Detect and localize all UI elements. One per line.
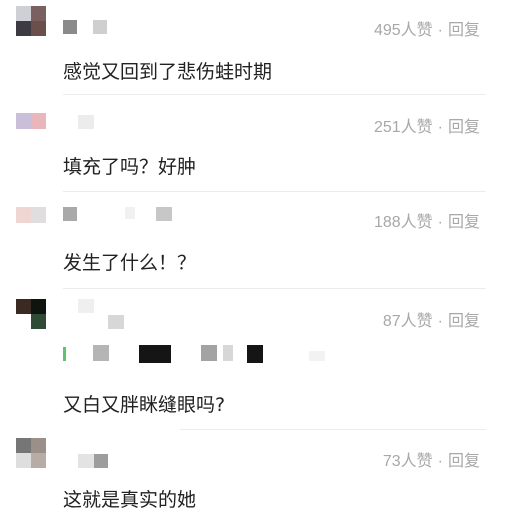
separator: · xyxy=(437,119,443,136)
comment-meta: 251人赞 · 回复 xyxy=(374,113,480,137)
username-blurred[interactable] xyxy=(78,454,110,468)
separator: · xyxy=(437,313,443,330)
comment-text: 填充了吗？好肿 xyxy=(63,156,197,178)
like-count[interactable]: 251人赞 xyxy=(374,119,433,136)
comment-text: 又白又胖眯缝眼吗? xyxy=(63,394,226,416)
comment-item: 251人赞 · 回复 填充了吗？好肿 xyxy=(0,95,506,192)
like-count[interactable]: 73人赞 xyxy=(383,453,433,470)
avatar[interactable] xyxy=(16,207,46,223)
quoted-content-blurred xyxy=(63,343,343,365)
avatar[interactable] xyxy=(16,438,46,468)
comment-item: 188人赞 · 回复 发生了什么！？ xyxy=(0,192,506,289)
like-count[interactable]: 495人赞 xyxy=(374,22,433,39)
reply-button[interactable]: 回复 xyxy=(448,453,480,470)
username-blurred[interactable] xyxy=(78,115,94,129)
like-count[interactable]: 188人赞 xyxy=(374,214,433,231)
reply-button[interactable]: 回复 xyxy=(448,119,480,136)
reply-button[interactable]: 回复 xyxy=(448,22,480,39)
comment-meta: 495人赞 · 回复 xyxy=(374,16,480,40)
avatar[interactable] xyxy=(16,113,46,129)
separator: · xyxy=(437,453,443,470)
comment-meta: 87人赞 · 回复 xyxy=(383,307,480,331)
comment-item: 495人赞 · 回复 感觉又回到了悲伤蛙时期 xyxy=(0,0,506,95)
separator: · xyxy=(437,22,443,39)
comment-text: 这就是真实的她 xyxy=(63,489,197,511)
username-blurred[interactable] xyxy=(78,299,128,331)
comment-text: 发生了什么！？ xyxy=(63,252,197,274)
comment-item: 87人赞 · 回复 又白又胖眯缝眼吗? xyxy=(0,289,506,430)
avatar[interactable] xyxy=(16,6,46,36)
separator: · xyxy=(437,214,443,231)
comment-text: 感觉又回到了悲伤蛙时期 xyxy=(63,61,273,83)
comment-meta: 73人赞 · 回复 xyxy=(383,447,480,471)
username-blurred[interactable] xyxy=(63,207,173,221)
like-count[interactable]: 87人赞 xyxy=(383,313,433,330)
avatar[interactable] xyxy=(16,299,46,329)
reply-button[interactable]: 回复 xyxy=(448,313,480,330)
comment-item: 73人赞 · 回复 这就是真实的她 xyxy=(0,430,506,517)
reply-button[interactable]: 回复 xyxy=(448,214,480,231)
username-blurred[interactable] xyxy=(63,20,109,34)
comment-meta: 188人赞 · 回复 xyxy=(374,208,480,232)
